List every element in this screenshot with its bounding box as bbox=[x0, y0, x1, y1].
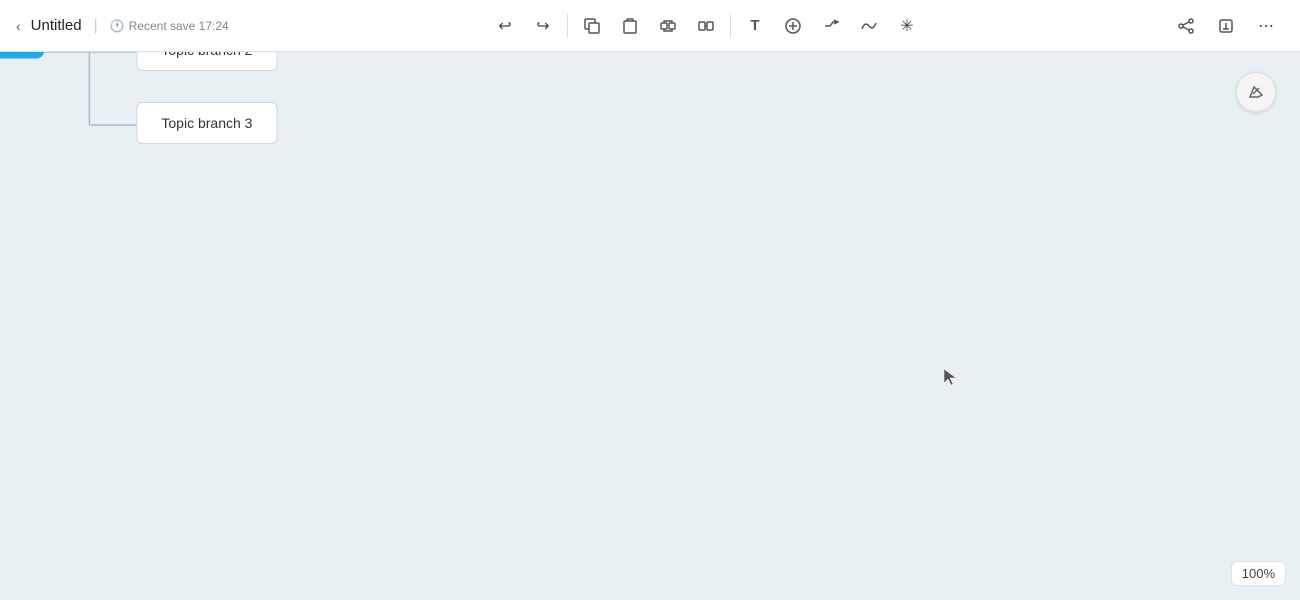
save-status-text: Recent save 17:24 bbox=[129, 19, 229, 33]
header-separator: | bbox=[94, 17, 98, 35]
main-topic-node[interactable]: Main Topic bbox=[0, 52, 44, 59]
group-button[interactable] bbox=[650, 8, 686, 44]
zoom-indicator[interactable]: 100% bbox=[1231, 561, 1286, 586]
add-button[interactable] bbox=[775, 8, 811, 44]
toolbar-divider-2 bbox=[730, 14, 731, 38]
share-button[interactable] bbox=[1168, 8, 1204, 44]
toolbar-center: ↩ ↪ bbox=[260, 8, 1152, 44]
save-status: 🕐 Recent save 17:24 bbox=[110, 19, 229, 33]
header-right: ⋯ bbox=[1152, 8, 1300, 44]
ungroup-button[interactable] bbox=[688, 8, 724, 44]
eraser-button[interactable] bbox=[1236, 72, 1276, 112]
paste-style-button[interactable] bbox=[612, 8, 648, 44]
redo-button[interactable]: ↪ bbox=[525, 8, 561, 44]
mindmap: Main Topic Topic branch 1 Topic branch 2… bbox=[0, 52, 289, 172]
waypoint-button[interactable] bbox=[851, 8, 887, 44]
undo-button[interactable]: ↩ bbox=[487, 8, 523, 44]
pin-button[interactable]: ✳ bbox=[889, 8, 925, 44]
save-clock-icon: 🕐 bbox=[110, 19, 125, 33]
connect-button[interactable] bbox=[813, 8, 849, 44]
branch-node-3[interactable]: Topic branch 3 bbox=[136, 102, 277, 144]
toolbar-divider-1 bbox=[567, 14, 568, 38]
document-title[interactable]: Untitled bbox=[31, 17, 82, 34]
text-button[interactable]: T bbox=[737, 8, 773, 44]
more-button[interactable]: ⋯ bbox=[1248, 8, 1284, 44]
export-button[interactable] bbox=[1208, 8, 1244, 44]
header-left: ‹ Untitled | 🕐 Recent save 17:24 bbox=[0, 14, 260, 38]
copy-style-button[interactable] bbox=[574, 8, 610, 44]
canvas[interactable]: Main Topic Topic branch 1 Topic branch 2… bbox=[0, 52, 1300, 600]
branch-node-2[interactable]: Topic branch 2 bbox=[136, 52, 277, 71]
cursor-indicator bbox=[940, 367, 960, 387]
header: ‹ Untitled | 🕐 Recent save 17:24 ↩ ↪ bbox=[0, 0, 1300, 52]
back-button[interactable]: ‹ bbox=[12, 14, 25, 38]
